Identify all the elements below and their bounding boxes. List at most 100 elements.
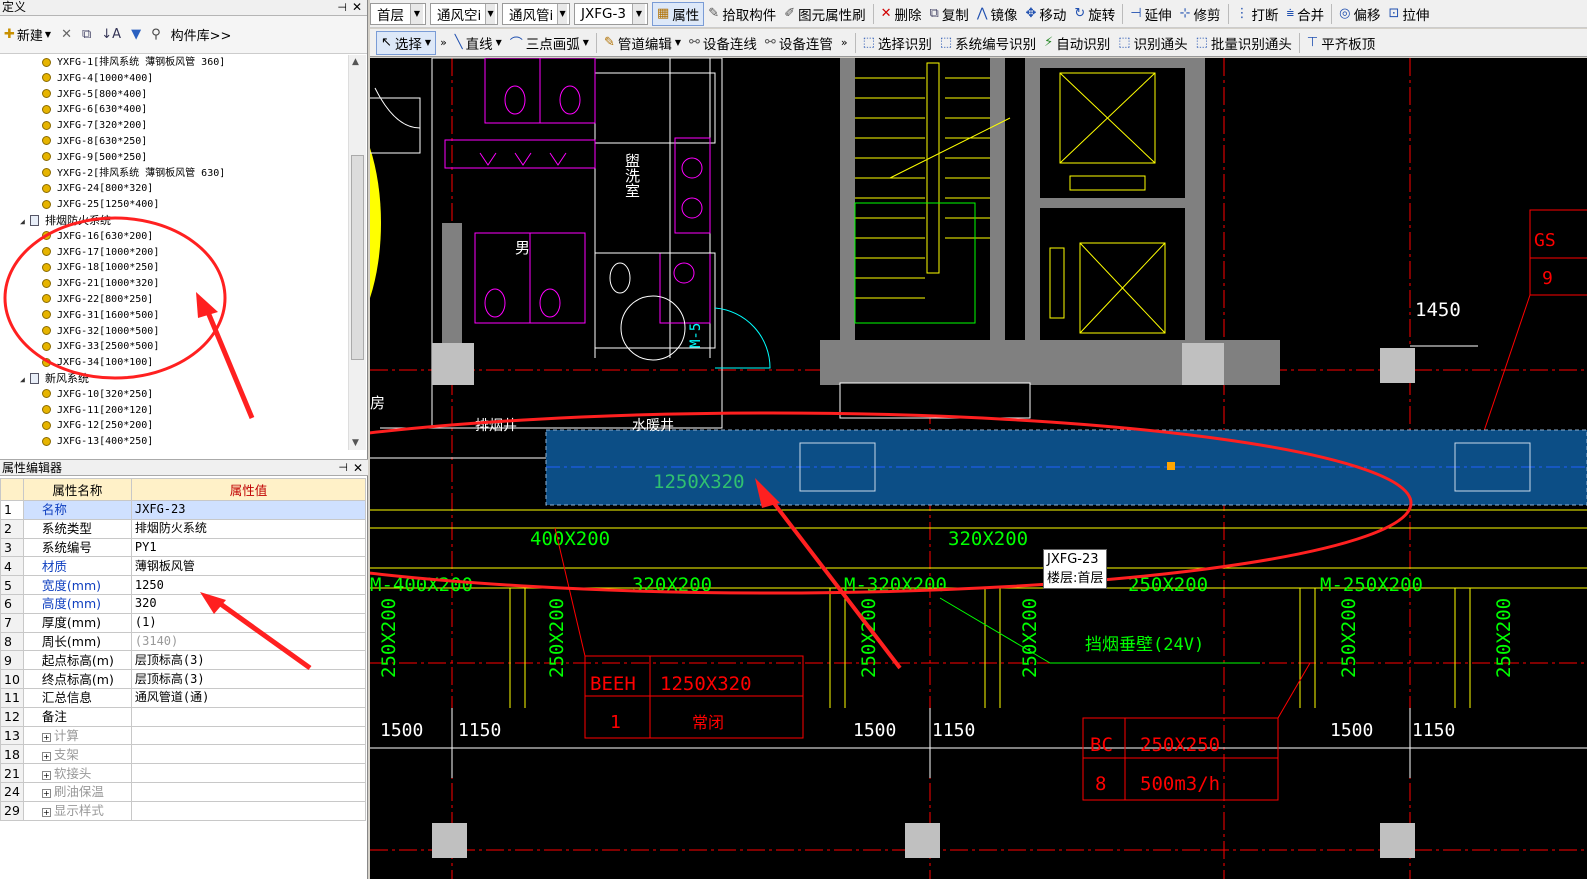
property-value[interactable] <box>130 706 367 727</box>
property-row[interactable]: 6 高度(mm) 320 <box>0 593 367 614</box>
scroll-down-icon[interactable]: ▼ <box>352 438 359 448</box>
scrollbar-thumb[interactable] <box>351 155 364 360</box>
format-painter-button[interactable]: ✐ 图元属性刷 <box>780 2 869 26</box>
tree-item[interactable]: YXFG-1[排风系统 薄钢板风管 360] <box>0 55 348 71</box>
property-row[interactable]: 10 终点标高(m) 层顶标高(3) <box>0 669 367 689</box>
property-row[interactable]: 5 宽度(mm) 1250 <box>0 575 367 595</box>
property-row[interactable]: 3 系统编号 PY1 <box>0 537 367 558</box>
property-row[interactable]: 2 系统类型 排烟防火系统 <box>0 518 367 539</box>
property-value[interactable]: 薄钢板风管 <box>130 556 367 577</box>
copy-button[interactable]: ⧉ 复制 <box>926 2 973 26</box>
sort-icon[interactable]: ↓A <box>101 27 121 42</box>
property-value[interactable]: (3140) <box>130 631 367 652</box>
tree-scrollbar[interactable]: ▲ ▼ <box>348 55 366 450</box>
property-value[interactable]: PY1 <box>130 537 367 558</box>
cad-canvas[interactable]: M-5 盥洗室 男 房 1450 GS 9 1250X320 排烟井 水暖井 4… <box>370 58 1587 879</box>
tree-item[interactable]: JXFG-6[630*400] <box>0 102 348 118</box>
close-icon[interactable]: ✕ <box>353 460 363 476</box>
tree-item[interactable]: JXFG-32[1000*500] <box>0 324 348 340</box>
line-button[interactable]: ╲ 直线 ▼ <box>451 31 506 55</box>
recognize-fitting-button[interactable]: ⬚ 识别通头 <box>1114 31 1191 55</box>
cad-drawing[interactable]: M-5 盥洗室 男 房 1450 GS 9 1250X320 排烟井 水暖井 4… <box>370 58 1587 879</box>
select-button[interactable]: ↖ 选择 ▼ <box>376 30 437 55</box>
delete-button[interactable]: ✕ 删除 <box>877 2 926 26</box>
expand-icon[interactable]: + <box>41 732 51 742</box>
property-value[interactable] <box>130 800 367 821</box>
tree-item[interactable]: JXFG-5[800*400] <box>0 87 348 103</box>
pipe-edit-button[interactable]: ✎ 管道编辑 ▼ <box>600 31 685 55</box>
tree-item[interactable]: JXFG-25[1250*400] <box>0 197 348 213</box>
property-value[interactable]: 排烟防火系统 <box>130 518 367 539</box>
property-row[interactable]: 13 + 计算 <box>0 725 367 746</box>
stretch-button[interactable]: ⊡ 拉伸 <box>1384 2 1433 26</box>
tree-item[interactable]: JXFG-31[1600*500] <box>0 308 348 324</box>
move-button[interactable]: ✥ 移动 <box>1021 2 1070 26</box>
property-value[interactable] <box>130 744 367 765</box>
pick-component-button[interactable]: ✎ 拾取构件 <box>704 2 780 26</box>
expand-icon[interactable]: + <box>41 770 51 780</box>
break-button[interactable]: ⋮ 打断 <box>1232 2 1283 26</box>
tree-item[interactable]: JXFG-33[2500*500] <box>0 339 348 355</box>
tree-item[interactable]: JXFG-22[800*250] <box>0 292 348 308</box>
property-row[interactable]: 9 起点标高(m) 层顶标高(3) <box>0 650 367 671</box>
property-row[interactable]: 4 材质 薄钢板风管 <box>0 556 367 577</box>
offset-button[interactable]: ◎ 偏移 <box>1335 2 1384 26</box>
pin-icon[interactable]: ⊣ <box>337 0 347 15</box>
property-value[interactable]: JXFG-23 <box>130 500 367 520</box>
tree-item[interactable]: JXFG-7[320*200] <box>0 118 348 134</box>
property-row[interactable]: 18 + 支架 <box>0 744 367 765</box>
property-value[interactable]: 层顶标高(3) <box>130 650 367 671</box>
tree-item[interactable]: YXFG-2[排风系统 薄钢板风管 630] <box>0 166 348 182</box>
property-value[interactable] <box>130 725 367 746</box>
tree-item[interactable]: JXFG-11[200*120] <box>0 403 348 419</box>
property-row[interactable]: 29 + 显示样式 <box>0 800 367 821</box>
filter-icon[interactable]: ▼ <box>131 27 141 42</box>
expand-toolbar-button[interactable]: » <box>436 31 451 55</box>
scroll-up-icon[interactable]: ▲ <box>352 57 359 67</box>
property-value[interactable] <box>130 763 367 783</box>
property-value[interactable] <box>130 781 367 802</box>
grip-handle[interactable] <box>1167 462 1175 470</box>
floor-select[interactable]: 首层 ▼ <box>370 2 426 25</box>
system-select[interactable]: 通风空i ▼ <box>430 2 498 25</box>
system-number-recognize-button[interactable]: ⬚ 系统编号识别 <box>936 31 1040 55</box>
tree-item[interactable]: JXFG-12[250*200] <box>0 418 348 434</box>
property-row[interactable]: 11 汇总信息 通风管道(通) <box>0 687 367 708</box>
extend-button[interactable]: ⊣ 延伸 <box>1126 2 1175 26</box>
property-value[interactable]: (1) <box>130 612 367 633</box>
expand-icon[interactable]: + <box>41 789 51 799</box>
type-select[interactable]: 通风管i ▼ <box>502 2 570 25</box>
tree-item[interactable]: JXFG-18[1000*250] <box>0 260 348 276</box>
library-button[interactable]: 构件库>> <box>171 25 232 44</box>
pin-icon[interactable]: ⊣ <box>338 460 348 476</box>
merge-button[interactable]: ⩧ 合并 <box>1283 2 1329 26</box>
arc-button[interactable]: ⌒ 三点画弧 ▼ <box>506 31 593 55</box>
tree-group[interactable]: ◢ 新风系统 <box>0 371 348 387</box>
select-recognize-button[interactable]: ⬚ 选择识别 <box>859 31 936 55</box>
tree-item[interactable]: JXFG-10[320*250] <box>0 387 348 403</box>
property-row[interactable]: 8 周长(mm) (3140) <box>0 631 367 652</box>
property-row[interactable]: 1 名称 JXFG-23 <box>0 500 367 520</box>
tree-item[interactable]: JXFG-13[400*250] <box>0 434 348 450</box>
delete-icon[interactable]: ✕ <box>61 27 72 42</box>
mirror-button[interactable]: ⋀ 镜像 <box>973 2 1022 26</box>
expand-icon[interactable]: + <box>41 751 51 761</box>
expand-icon[interactable]: + <box>41 808 51 818</box>
tree-item[interactable]: JXFG-17[1000*200] <box>0 245 348 261</box>
collapse-icon[interactable]: ◢ <box>20 214 30 230</box>
close-icon[interactable]: ✕ <box>352 0 362 15</box>
align-slab-top-button[interactable]: ⊤ 平齐板顶 <box>1303 31 1379 55</box>
tree-item[interactable]: JXFG-16[630*200] <box>0 229 348 245</box>
new-button[interactable]: ✚ 新建 ▼ <box>4 25 51 44</box>
collapse-icon[interactable]: ◢ <box>20 372 30 388</box>
property-value[interactable]: 层顶标高(3) <box>130 669 367 689</box>
find-icon[interactable]: ⚲ <box>151 27 161 42</box>
tree-group[interactable]: ◢ 排烟防火系统 <box>0 213 348 229</box>
tree-item[interactable]: JXFG-34[100*100] <box>0 355 348 371</box>
tree-item[interactable]: JXFG-21[1000*320] <box>0 276 348 292</box>
auto-recognize-button[interactable]: ⚡ 自动识别 <box>1040 31 1114 55</box>
device-connect-button[interactable]: ⚯ 设备连线 <box>685 31 761 55</box>
tree-item[interactable]: JXFG-8[630*250] <box>0 134 348 150</box>
expand-toolbar-button-2[interactable]: » <box>837 31 852 55</box>
component-tree[interactable]: YXFG-1[排风系统 薄钢板风管 360] JXFG-4[1000*400] JX… <box>0 55 348 450</box>
